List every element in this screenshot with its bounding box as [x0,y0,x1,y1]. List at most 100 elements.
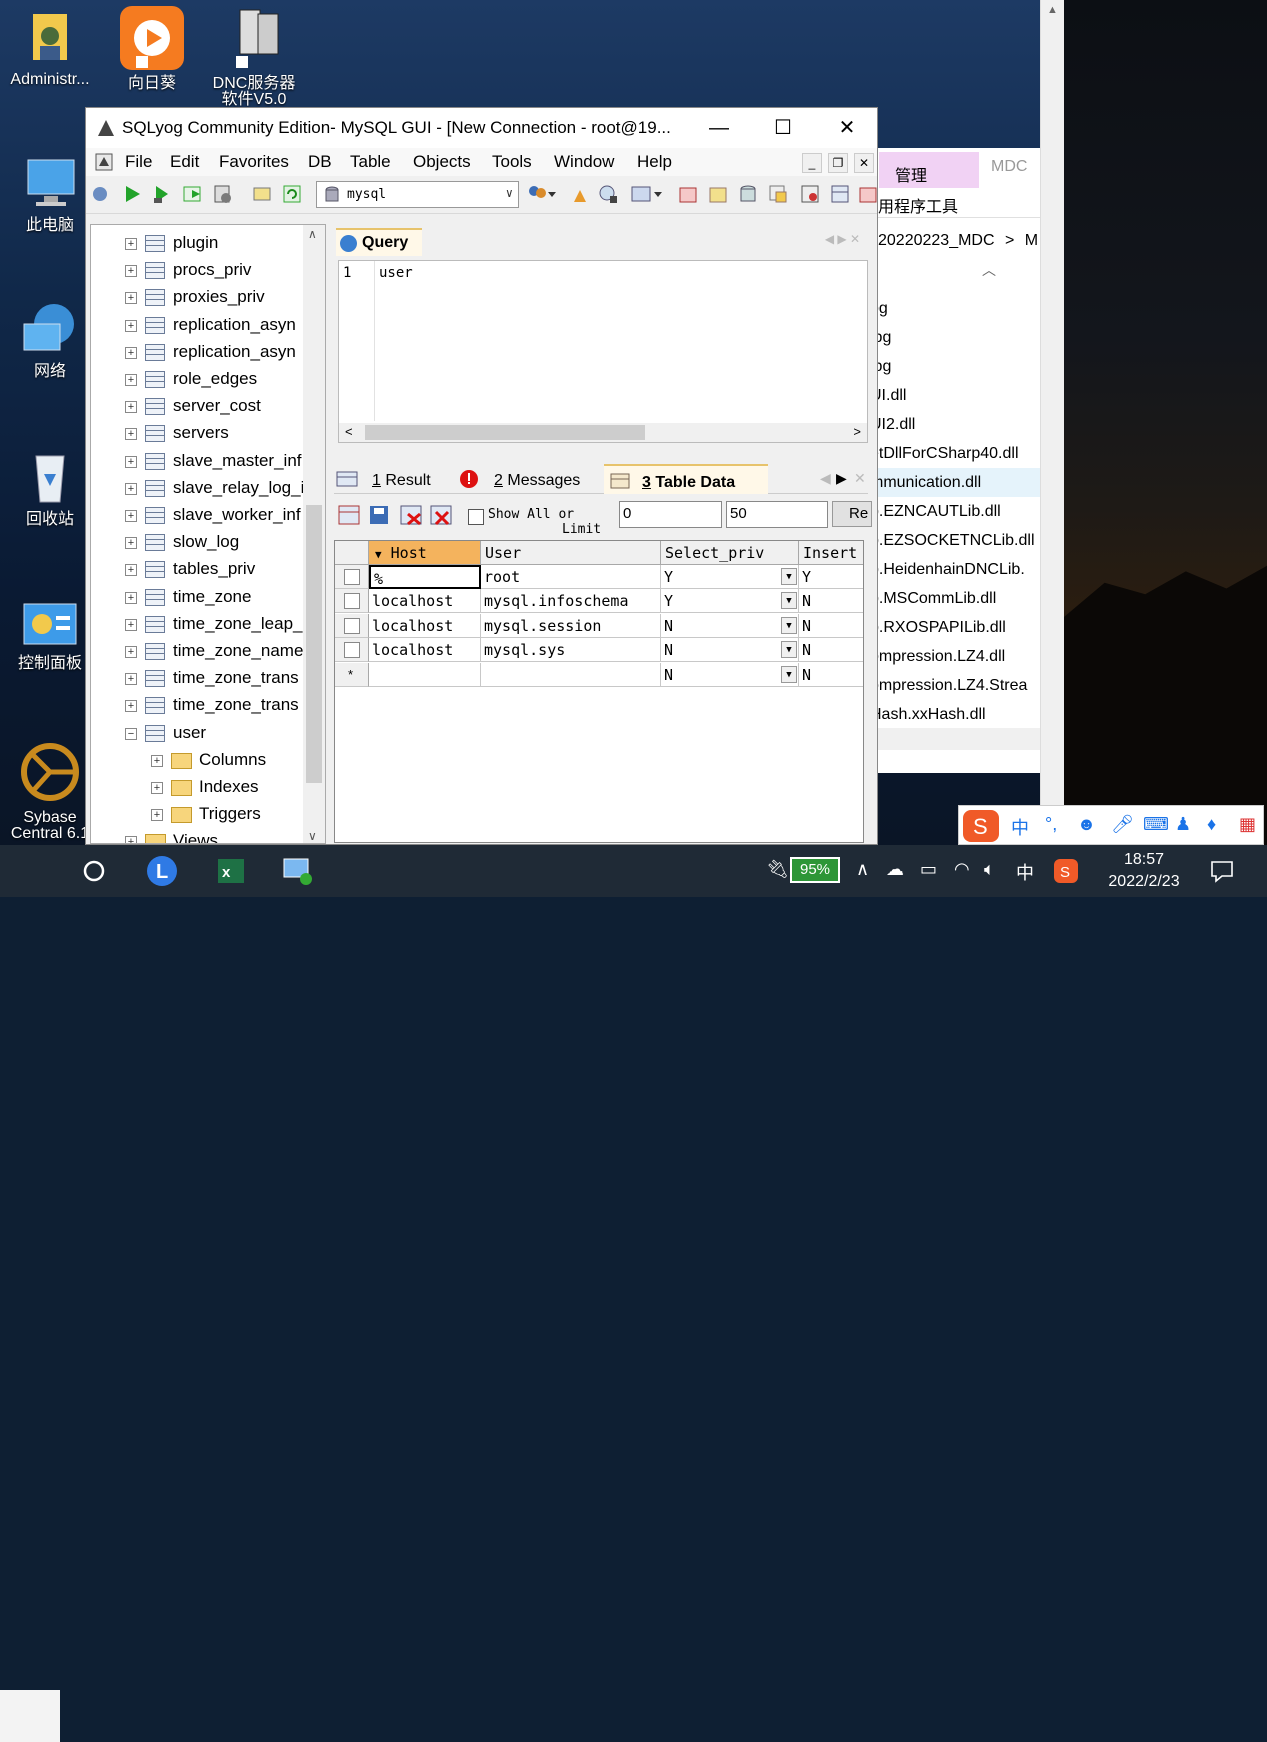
column-header-user[interactable]: User [481,541,661,565]
tab-messages[interactable]: 2 Messages [458,464,598,494]
menu-table[interactable]: Table [350,152,391,172]
import-export-icon[interactable] [630,184,664,204]
menu-objects[interactable]: Objects [413,152,471,172]
row-selector[interactable] [335,589,369,614]
copy-database-icon[interactable] [738,184,758,204]
file-item[interactable]: Hash.xxHash.dll [862,700,1040,729]
expand-icon[interactable]: + [125,346,137,359]
expand-icon[interactable]: + [125,374,137,386]
column-header-host[interactable]: ▼ Host [369,541,481,565]
desktop-icon-dnc-server[interactable]: DNC服务器 软件V5.0 [204,6,304,110]
refresh-icon[interactable] [282,184,302,204]
expand-icon[interactable]: + [151,782,163,794]
file-item[interactable]: jpg [862,352,1040,381]
network-app-icon[interactable] [280,855,312,887]
start-area[interactable] [0,1690,60,1742]
battery-indicator[interactable]: 95% [790,857,840,883]
enum-dropdown-icon[interactable]: ▼ [781,616,797,634]
restore-icon[interactable] [708,184,728,204]
grid-cell[interactable]: N [799,638,863,663]
execute-all-icon[interactable] [152,184,172,204]
grid-cell[interactable]: % [369,565,481,589]
expand-icon[interactable]: + [125,591,137,604]
grid-cell[interactable] [481,662,661,687]
expand-icon[interactable]: + [125,455,137,468]
onedrive-error-icon[interactable]: ☁ [886,859,904,880]
limit-count-input[interactable]: 50 [726,501,828,528]
database-selector[interactable]: mysql ∨ [316,181,519,208]
address-path[interactable]: 20220223_MDC > M [878,232,1038,250]
notification-center-icon[interactable] [1210,859,1234,883]
punctuation-icon[interactable]: °, [1045,814,1057,835]
tab-manage[interactable]: 管理 [879,152,979,188]
grid-cell[interactable]: localhost [369,638,481,663]
expand-icon[interactable]: + [125,646,137,658]
scroll-right-icon[interactable]: > [853,424,861,439]
refresh-object-browser-icon[interactable] [252,184,272,204]
editor-horizontal-scrollbar[interactable]: < > [339,423,867,442]
tab-scroll-left-icon[interactable]: ◀ [820,470,831,487]
column-header-insert-priv[interactable]: Insert [799,541,863,565]
scroll-thumb[interactable] [365,425,645,440]
mdi-child-icon[interactable] [94,152,114,172]
expand-icon[interactable]: + [125,673,137,686]
battery-tray-icon[interactable]: ▭ [920,859,937,880]
enum-dropdown-icon[interactable]: ▼ [781,568,797,585]
expand-icon[interactable]: + [125,238,137,250]
file-item[interactable]: p.RXOSPAPILib.dll [862,613,1040,642]
grid-cell[interactable]: N [799,613,863,638]
mdi-minimize-button[interactable]: _ [802,153,822,173]
connect-icon[interactable] [90,184,110,204]
excel-icon[interactable]: x [214,855,246,887]
query-text[interactable]: user [379,265,413,281]
ime-mode-chinese[interactable]: 中 [1011,814,1029,840]
discard-changes-icon[interactable] [430,504,452,526]
file-item[interactable]: ompression.LZ4.dll [862,642,1040,671]
save-icon[interactable] [368,504,390,526]
expand-icon[interactable]: + [125,618,137,631]
user-center-icon[interactable]: ♟ [1175,814,1191,835]
row-checkbox[interactable] [344,617,360,634]
tab-mdc[interactable]: MDC [991,158,1027,176]
grid-cell[interactable]: localhost [369,613,481,638]
clear-icon[interactable] [570,184,590,204]
scroll-up-icon[interactable]: ∧ [308,227,317,241]
voice-input-icon[interactable]: 🎤︎ [1111,814,1134,835]
expand-icon[interactable]: + [125,482,137,495]
enum-dropdown-icon[interactable]: ▼ [781,641,797,659]
show-all-checkbox[interactable] [468,509,484,525]
more-tools-icon[interactable] [858,184,878,204]
scroll-left-icon[interactable]: < [345,424,353,439]
pane-splitter[interactable] [334,448,868,462]
menu-edit[interactable]: Edit [170,152,199,172]
row-selector[interactable] [335,613,369,638]
grid-cell[interactable]: N [799,662,863,687]
data-sync-icon[interactable] [800,184,820,204]
grid-cell[interactable]: localhost [369,589,481,614]
expand-icon[interactable]: + [125,401,137,414]
refresh-button[interactable]: Re [832,501,872,527]
enum-dropdown-icon[interactable]: ▼ [781,592,797,610]
grid-cell[interactable]: N [799,589,863,614]
explain-icon[interactable] [212,184,232,204]
row-checkbox[interactable] [344,642,360,659]
file-item[interactable]: UI2.dll [862,410,1040,439]
task-view-icon[interactable] [78,855,110,887]
mdi-close-button[interactable]: ✕ [854,153,874,173]
query-editor[interactable]: 1 user < > [338,260,868,443]
collapse-icon[interactable]: − [125,727,137,740]
file-item[interactable]: p.EZSOCKETNCLib.dll [862,526,1040,555]
limit-from-input[interactable]: 0 [619,501,722,528]
scroll-up-icon[interactable]: ▲ [1047,4,1058,16]
row-selector[interactable] [335,565,369,589]
row-selector[interactable] [335,638,369,663]
file-item[interactable]: etDllForCSharp40.dll [862,439,1040,468]
expand-icon[interactable]: + [125,510,137,522]
file-item[interactable]: p.EZNCAUTLib.dll [862,497,1040,526]
explorer-vertical-scrollbar[interactable]: ▲ [1040,0,1064,845]
schema-sync-icon[interactable] [598,184,618,204]
file-item[interactable]: p.MSCommLib.dll [862,584,1040,613]
backup-icon[interactable] [678,184,698,204]
grid-corner[interactable] [335,541,369,565]
grid-cell[interactable]: N ▼ [661,638,799,663]
